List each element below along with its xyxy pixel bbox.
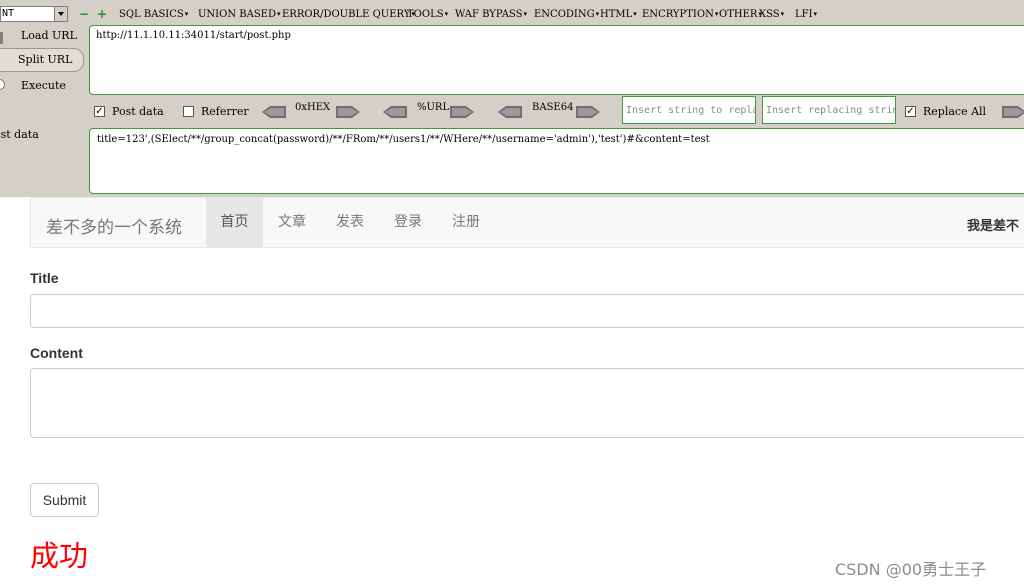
menu-error-double-query[interactable]: ERROR/DOUBLE QUERY▾ <box>282 6 415 22</box>
content-textarea[interactable] <box>30 368 1024 438</box>
result-message: 成功 <box>30 539 89 573</box>
menu-union-based[interactable]: UNION BASED▾ <box>198 6 282 22</box>
hackbar-menu: SQL BASICS▾ UNION BASED▾ ERROR/DOUBLE QU… <box>119 6 825 22</box>
nav-publish[interactable]: 发表 <box>321 198 379 247</box>
hackbar-options-row: ✓ Post data Referrer 0xHEX %URL BASE64 I… <box>0 96 1024 124</box>
replace-arrow-icon[interactable] <box>1002 106 1024 118</box>
menu-sql-basics[interactable]: SQL BASICS▾ <box>119 6 198 22</box>
chevron-down-icon[interactable] <box>54 7 67 21</box>
minus-icon[interactable]: − <box>79 8 89 20</box>
nav-user-text: 我是差不 <box>967 219 1020 234</box>
execute-radio[interactable] <box>0 79 5 90</box>
hackbar-select-value: NT <box>2 8 15 19</box>
load-url-button[interactable]: Load URL <box>21 29 77 42</box>
hackbar-select[interactable]: NT <box>0 6 68 22</box>
title-input[interactable] <box>30 294 1024 328</box>
menu-html[interactable]: HTML▾ <box>600 6 642 22</box>
split-url-button[interactable]: Split URL <box>0 48 84 72</box>
load-url-icon <box>0 32 3 44</box>
hex-encode-arrow-icon[interactable] <box>336 106 360 118</box>
menu-tools[interactable]: TOOLS▾ <box>407 6 455 22</box>
plus-icon[interactable]: + <box>97 8 107 20</box>
post-data-textarea[interactable]: title=123',(SElect/**/group_concat(passw… <box>89 128 1024 194</box>
referrer-checkbox[interactable] <box>183 106 194 117</box>
url-encode-label: %URL <box>417 102 450 113</box>
nav-home[interactable]: 首页 <box>206 198 263 247</box>
url-encode-arrow-icon[interactable] <box>450 106 474 118</box>
execute-button[interactable]: Execute <box>21 79 66 92</box>
url-textarea[interactable]: http://11.1.10.11:34011/start/post.php <box>89 25 1024 95</box>
site-brand[interactable]: 差不多的一个系统 <box>46 213 182 238</box>
menu-other[interactable]: OTHER▾ <box>719 6 762 22</box>
insert-string-input[interactable]: Insert string to replace <box>622 96 756 124</box>
hackbar-menubar: NT − + SQL BASICS▾ UNION BASED▾ ERROR/DO… <box>0 3 1024 23</box>
replace-all-checkbox[interactable]: ✓ <box>905 106 916 117</box>
title-label: Title <box>30 270 59 286</box>
hackbar-panel: NT − + SQL BASICS▾ UNION BASED▾ ERROR/DO… <box>0 0 1024 197</box>
menu-xss[interactable]: XSS▾ <box>759 6 795 22</box>
hex-decode-arrow-icon[interactable] <box>262 106 286 118</box>
post-data-label: Post data <box>112 105 164 118</box>
url-decode-arrow-icon[interactable] <box>383 106 407 118</box>
menu-encoding[interactable]: ENCODING▾ <box>534 6 600 22</box>
base64-label: BASE64 <box>532 102 574 113</box>
menu-waf-bypass[interactable]: WAF BYPASS▾ <box>455 6 534 22</box>
nav-articles[interactable]: 文章 <box>263 198 321 247</box>
replace-all-label: Replace All <box>923 105 987 118</box>
menu-lfi[interactable]: LFI▾ <box>795 6 825 22</box>
referrer-label: Referrer <box>201 105 249 118</box>
nav-register[interactable]: 注册 <box>437 198 495 247</box>
post-data-checkbox[interactable]: ✓ <box>94 106 105 117</box>
hex-label: 0xHEX <box>295 102 331 113</box>
base64-encode-arrow-icon[interactable] <box>576 106 600 118</box>
csdn-watermark: CSDN @00勇士王子 <box>835 560 987 579</box>
post-data-side-label: ost data <box>0 128 39 141</box>
content-label: Content <box>30 345 83 361</box>
base64-decode-arrow-icon[interactable] <box>498 106 522 118</box>
nav-login[interactable]: 登录 <box>379 198 437 247</box>
insert-replacing-input[interactable]: Insert replacing string <box>762 96 896 124</box>
site-navbar: 差不多的一个系统 首页 文章 发表 登录 注册 我是差不 <box>30 197 1024 248</box>
submit-button[interactable]: Submit <box>30 483 99 517</box>
menu-encryption[interactable]: ENCRYPTION▾ <box>642 6 719 22</box>
